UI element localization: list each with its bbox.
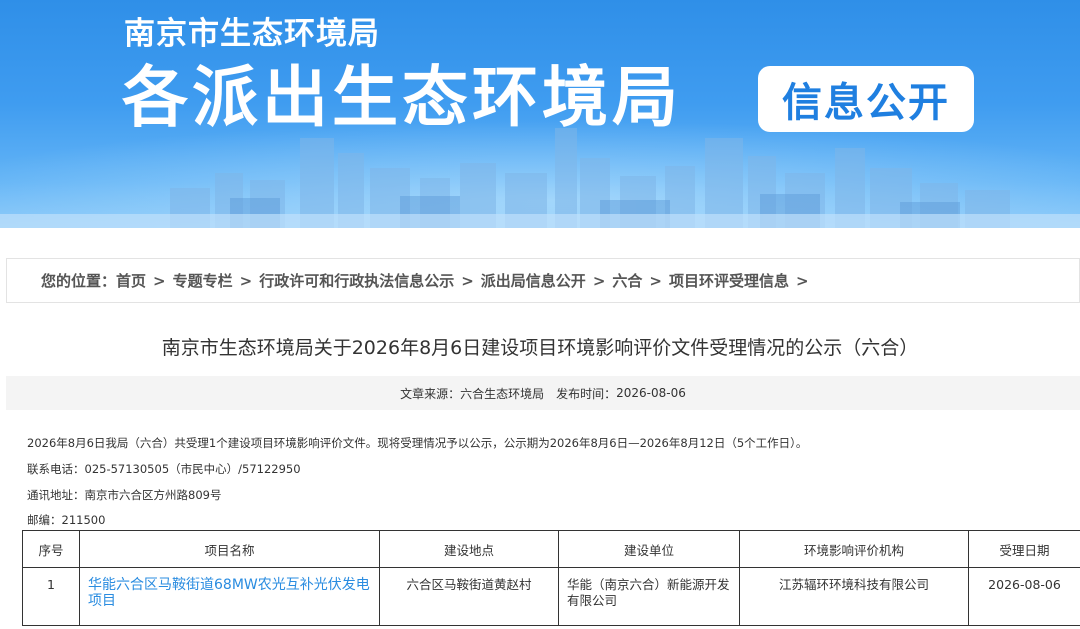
breadcrumb-separator: > <box>592 271 606 290</box>
breadcrumb-separator: > <box>461 271 474 290</box>
column-header-project-name: 项目名称 <box>79 530 380 568</box>
breadcrumb-separator: > <box>649 271 662 290</box>
cell-acceptance-date: 2026-08-06 <box>968 567 1080 626</box>
table-header-row: 序号 项目名称 建设地点 建设单位 环境影响评价机构 受理日期 <box>22 530 1080 568</box>
publish-date-label: 发布时间： <box>556 386 617 401</box>
banner-org-name: 南京市生态环境局 <box>124 16 380 52</box>
banner-badge-label: 信息公开 <box>782 80 950 126</box>
article-title: 南京市生态环境局关于2026年8月6日建设项目环境影响评价文件受理情况的公示（六… <box>161 337 919 359</box>
cell-project-name: 华能六合区马鞍街道68MW农光互补光伏发电项目 <box>79 567 380 626</box>
column-header-no: 序号 <box>22 530 80 568</box>
breadcrumb-separator: > <box>796 271 809 290</box>
breadcrumb-separator: > <box>239 271 253 290</box>
cell-construction-unit: 华能（南京六合）新能源开发有限公司 <box>558 567 740 626</box>
breadcrumb-item-home[interactable]: 首页 <box>116 270 146 291</box>
header-banner: 南京市生态环境局 各派出生态环境局 信息公开 <box>0 0 1080 228</box>
cell-eia-agency: 江苏辐环环境科技有限公司 <box>739 567 969 626</box>
breadcrumb-separator: > <box>153 271 166 290</box>
intro-paragraph: 2026年8月6日我局（六合）共受理1个建设项目环境影响评价文件。现将受理情况予… <box>27 436 808 450</box>
column-header-location: 建设地点 <box>379 530 559 568</box>
publish-date-value: 2026-08-06 <box>616 386 686 400</box>
column-header-construction-unit: 建设单位 <box>558 530 740 568</box>
column-header-acceptance-date: 受理日期 <box>968 530 1080 568</box>
source-value: 六合生态环境局 <box>460 386 545 401</box>
table-row: 1 华能六合区马鞍街道68MW农光互补光伏发电项目 六合区马鞍街道黄赵村 华能（… <box>22 567 1080 626</box>
article-meta: 文章来源： 六合生态环境局 发布时间： 2026-08-06 <box>6 376 1080 410</box>
banner-badge: 信息公开 <box>758 66 974 132</box>
cell-location: 六合区马鞍街道黄赵村 <box>379 567 559 626</box>
banner-headline: 各派出生态环境局 <box>122 59 682 136</box>
breadcrumb-item-special-topics[interactable]: 专题专栏 <box>173 270 233 291</box>
postal-code: 邮编：211500 <box>27 513 106 527</box>
breadcrumb-item-admin-license[interactable]: 行政许可和行政执法信息公示 <box>259 270 454 291</box>
breadcrumb-lead: 您的位置： <box>41 272 117 290</box>
contact-phone: 联系电话：025-57130505（市民中心）/57122950 <box>27 462 301 476</box>
breadcrumb-item-liuhe[interactable]: 六合 <box>612 270 642 291</box>
column-header-eia-agency: 环境影响评价机构 <box>739 530 969 568</box>
breadcrumb-item-dispatched-bureau[interactable]: 派出局信息公开 <box>481 270 586 291</box>
source-label: 文章来源： <box>400 386 461 401</box>
breadcrumb-item-eia-acceptance[interactable]: 项目环评受理信息 <box>669 270 789 291</box>
acceptance-table: 序号 项目名称 建设地点 建设单位 环境影响评价机构 受理日期 1 华能六合区马… <box>22 530 1080 626</box>
breadcrumb: 您的位置： 首页 > 专题专栏 > 行政许可和行政执法信息公示 > 派出局信息公… <box>6 258 1080 303</box>
project-name-link[interactable]: 华能六合区马鞍街道68MW农光互补光伏发电项目 <box>88 577 370 609</box>
cell-no: 1 <box>22 567 80 626</box>
mailing-address: 通讯地址：南京市六合区方州路809号 <box>27 488 222 502</box>
